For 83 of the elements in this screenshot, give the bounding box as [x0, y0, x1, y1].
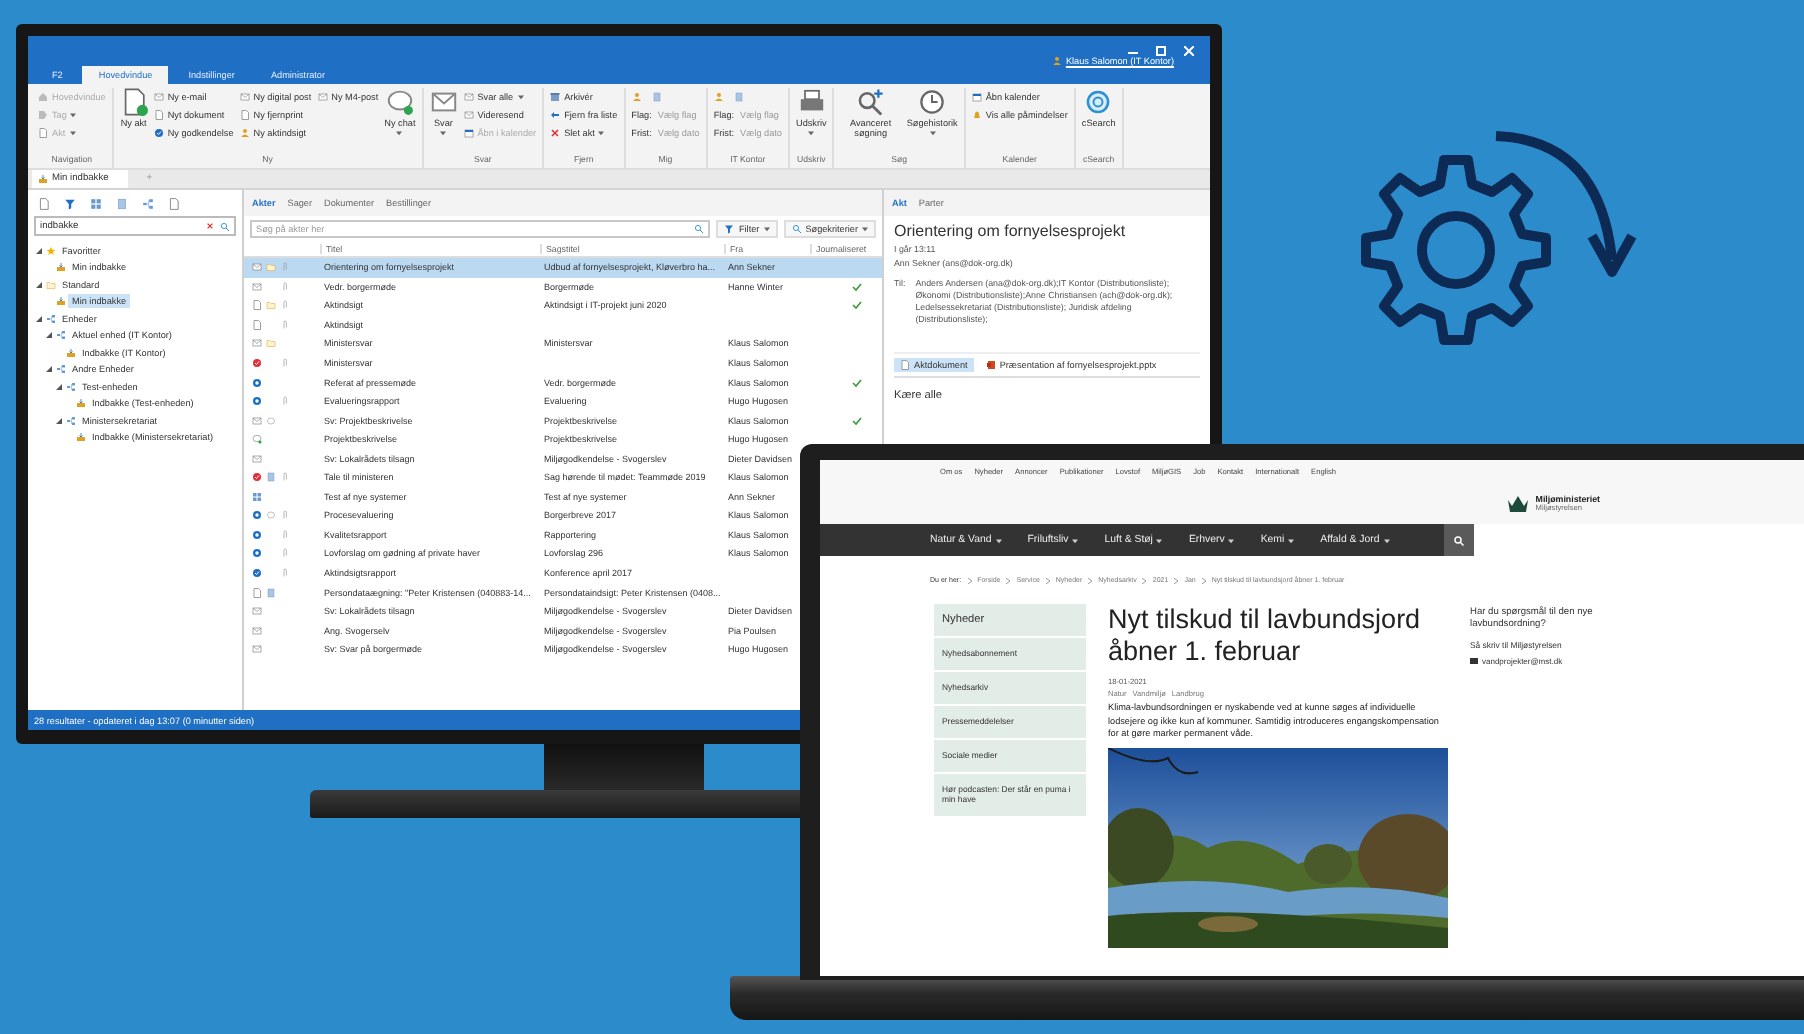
caret-icon: [995, 537, 1002, 543]
expanded-arrow-icon[interactable]: [46, 332, 52, 339]
note-icon: [266, 472, 276, 483]
filter-icon: [724, 223, 735, 233]
caret-icon: [862, 225, 868, 231]
speech-bubble-icon: [266, 510, 276, 521]
person-icon: [239, 128, 250, 138]
chevron-icon: [1201, 577, 1206, 583]
caret-icon: [1288, 537, 1295, 543]
article-title: Nyt tilskud til lavbundsjord åbner 1. februar: [1108, 604, 1423, 669]
house-icon: [38, 92, 48, 102]
document-icon: [239, 110, 250, 120]
document-icon: [153, 110, 164, 120]
chat-bubble-icon: [252, 434, 262, 445]
expanded-arrow-icon[interactable]: [36, 247, 42, 254]
inbox-icon: [55, 262, 65, 273]
chevron-icon: [1006, 577, 1011, 583]
folder-icon: [266, 300, 276, 311]
note-icon: [733, 92, 744, 102]
expanded-arrow-icon[interactable]: [56, 383, 62, 390]
note-icon: [116, 197, 128, 209]
expanded-arrow-icon[interactable]: [36, 315, 42, 322]
inbox-icon: [38, 174, 48, 184]
presentation-file-icon: [985, 359, 996, 370]
check-circle-icon: [153, 128, 164, 138]
close-icon[interactable]: [1184, 46, 1194, 56]
check-circle-icon: [252, 358, 262, 368]
calendar-icon: [463, 128, 474, 138]
search-button[interactable]: [1444, 524, 1474, 556]
person-icon: [1051, 56, 1062, 66]
inbox-icon: [75, 398, 85, 409]
document-icon: [252, 587, 262, 598]
hierarchy-icon: [45, 313, 55, 324]
bell-icon: [971, 110, 982, 120]
speech-bubble-icon: [266, 415, 276, 426]
caret-icon: [1156, 537, 1163, 543]
chevron-icon: [1142, 577, 1147, 583]
archive-icon: [550, 92, 561, 102]
hierarchy-icon: [65, 381, 75, 392]
caret-icon: [763, 225, 770, 231]
filter-icon: [64, 197, 76, 209]
crown-icon: [1505, 493, 1530, 513]
chevron-icon: [1045, 577, 1050, 583]
subject-heading: Orientering om fornyelsesprojekt: [894, 222, 1128, 240]
hierarchy-icon: [55, 364, 65, 375]
document-icon: [168, 197, 180, 209]
folder-icon: [266, 338, 276, 349]
document-icon: [38, 197, 50, 209]
left-arrow-icon: [550, 110, 561, 120]
grid-icon: [90, 197, 102, 209]
document-icon: [900, 359, 910, 370]
note-icon: [266, 587, 276, 598]
note-icon: [651, 92, 662, 102]
folder-icon: [45, 279, 55, 290]
expanded-arrow-icon[interactable]: [46, 366, 52, 373]
star-icon: [45, 245, 55, 256]
chevron-icon: [1088, 577, 1093, 583]
cross-icon: [206, 222, 214, 230]
inbox-icon: [55, 296, 65, 307]
person-icon: [713, 92, 724, 102]
inbox-icon: [75, 432, 85, 443]
inbox-icon: [65, 347, 75, 358]
cross-icon: [550, 128, 561, 138]
caret-icon: [1072, 537, 1079, 543]
caret-icon: [1228, 537, 1235, 543]
check-circle-icon: [252, 568, 262, 579]
hierarchy-icon: [65, 415, 75, 426]
chevron-icon: [967, 577, 972, 583]
check-circle-icon: [252, 472, 262, 483]
minimize-icon[interactable]: [1128, 46, 1138, 56]
document-icon: [38, 128, 48, 138]
expanded-arrow-icon[interactable]: [56, 417, 62, 424]
expanded-arrow-icon[interactable]: [36, 281, 42, 288]
grid-icon: [252, 491, 262, 502]
tag-icon: [38, 110, 48, 120]
calendar-icon: [971, 92, 982, 102]
maximize-icon[interactable]: [1156, 46, 1166, 56]
hierarchy-icon: [142, 197, 154, 209]
chevron-icon: [1174, 577, 1179, 583]
caret-icon: [1383, 537, 1390, 543]
person-icon: [631, 92, 642, 102]
hierarchy-icon: [55, 330, 65, 341]
folder-icon: [266, 262, 276, 273]
